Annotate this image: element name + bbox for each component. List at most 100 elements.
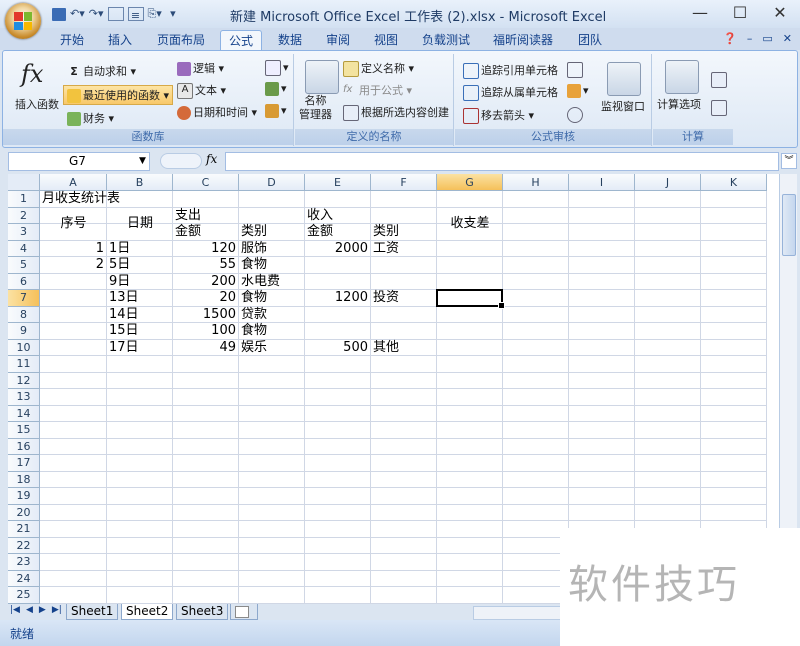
cell-c3[interactable]: 金额: [175, 224, 201, 240]
row-header-21[interactable]: 21: [8, 521, 40, 538]
name-box-dropdown-icon[interactable]: ▼: [139, 153, 146, 170]
column-header-i[interactable]: I: [569, 174, 635, 191]
trace-precedents-button[interactable]: 追踪引用单元格: [463, 62, 558, 79]
cell-g2[interactable]: 收支差: [437, 216, 503, 232]
text-button[interactable]: A 文本 ▾: [177, 82, 226, 99]
cell-b10[interactable]: 17日: [109, 340, 139, 356]
formula-input[interactable]: [225, 152, 779, 171]
insert-function-fx-icon[interactable]: fx: [206, 152, 217, 166]
cell-f3[interactable]: 类别: [373, 224, 399, 240]
cell-c9[interactable]: 100: [175, 323, 236, 339]
tab-team[interactable]: 团队: [570, 30, 610, 50]
watch-window-icon[interactable]: [607, 62, 641, 96]
financial-button[interactable]: 财务 ▾: [67, 110, 114, 126]
column-header-j[interactable]: J: [635, 174, 701, 191]
row-header-18[interactable]: 18: [8, 471, 40, 488]
insert-function-button[interactable]: 插入函数: [15, 96, 59, 112]
cell-b4[interactable]: 1日: [109, 241, 130, 257]
calc-now-icon[interactable]: [711, 72, 729, 88]
insert-sheet-icon[interactable]: [230, 604, 258, 620]
row-header-6[interactable]: 6: [8, 273, 40, 290]
error-checking-icon[interactable]: ▾: [567, 84, 589, 98]
cell-f7[interactable]: 投资: [373, 290, 399, 306]
calc-sheet-icon[interactable]: [711, 100, 729, 116]
row-header-2[interactable]: 2: [8, 207, 40, 224]
tab-foxit[interactable]: 福昕阅读器: [486, 30, 560, 50]
close-button[interactable]: ✕: [760, 0, 800, 28]
column-header-e[interactable]: E: [305, 174, 371, 191]
datetime-button[interactable]: 日期和时间 ▾: [177, 104, 257, 120]
prev-sheet-icon[interactable]: ◀: [26, 605, 33, 615]
align-icon[interactable]: ≡: [127, 7, 144, 22]
ribbon-minimize-icon[interactable]: –: [747, 32, 753, 45]
logical-button[interactable]: 逻辑 ▾: [177, 60, 224, 76]
ribbon-restore-icon[interactable]: ▭: [762, 32, 772, 45]
create-from-selection-button[interactable]: 根据所选内容创建: [343, 104, 449, 121]
last-sheet-icon[interactable]: ▶|: [52, 605, 62, 615]
cell-a2[interactable]: 序号: [40, 216, 107, 232]
maximize-button[interactable]: ☐: [720, 0, 760, 28]
calc-options-icon[interactable]: [665, 60, 699, 94]
cell-d8[interactable]: 贷款: [241, 307, 267, 323]
recent-functions-button[interactable]: 最近使用的函数 ▾: [63, 85, 174, 105]
lookup-button[interactable]: ▾: [265, 60, 289, 76]
remove-arrows-button[interactable]: 移去箭头 ▾: [463, 107, 534, 124]
row-header-3[interactable]: 3: [8, 224, 40, 241]
cell-b7[interactable]: 13日: [109, 290, 139, 306]
column-header-k[interactable]: K: [701, 174, 767, 191]
sheet-tab-2[interactable]: Sheet2: [121, 604, 174, 620]
row-header-22[interactable]: 22: [8, 537, 40, 554]
math-button[interactable]: ▾: [265, 82, 287, 96]
cell-b5[interactable]: 5日: [109, 257, 130, 273]
tab-formulas[interactable]: 公式: [220, 30, 262, 51]
cell-a4[interactable]: 1: [42, 241, 104, 257]
row-header-9[interactable]: 9: [8, 323, 40, 340]
cell-d7[interactable]: 食物: [241, 290, 267, 306]
tab-insert[interactable]: 插入: [100, 30, 140, 50]
column-header-c[interactable]: C: [173, 174, 239, 191]
cell-b9[interactable]: 15日: [109, 323, 139, 339]
cell-d5[interactable]: 食物: [241, 257, 267, 273]
tab-load-test[interactable]: 负载测试: [416, 30, 476, 50]
row-header-19[interactable]: 19: [8, 488, 40, 505]
tab-data[interactable]: 数据: [270, 30, 310, 50]
redo-icon[interactable]: ↷▾: [89, 6, 104, 22]
cell-f10[interactable]: 其他: [373, 340, 399, 356]
row-header-4[interactable]: 4: [8, 240, 40, 257]
column-header-h[interactable]: H: [503, 174, 569, 191]
row-header-15[interactable]: 15: [8, 422, 40, 439]
row-header-8[interactable]: 8: [8, 306, 40, 323]
preview-icon[interactable]: ⎘▾: [148, 6, 162, 22]
cell-f4[interactable]: 工资: [373, 241, 399, 257]
row-header-11[interactable]: 11: [8, 356, 40, 373]
row-header-17[interactable]: 17: [8, 455, 40, 472]
evaluate-formula-icon[interactable]: [567, 107, 585, 123]
name-manager-button[interactable]: 名称 管理器: [299, 94, 332, 122]
cell-b2[interactable]: 日期: [107, 216, 173, 232]
cell-d6[interactable]: 水电费: [241, 274, 280, 290]
column-header-d[interactable]: D: [239, 174, 305, 191]
watch-window-button[interactable]: 监视窗口: [601, 98, 645, 114]
cell-d10[interactable]: 娱乐: [241, 340, 267, 356]
next-sheet-icon[interactable]: ▶: [39, 605, 46, 615]
insert-function-icon[interactable]: fx: [21, 60, 53, 92]
undo-icon[interactable]: ↶▾: [70, 6, 85, 22]
cell-d3[interactable]: 类别: [241, 224, 267, 240]
cell-c6[interactable]: 200: [175, 274, 236, 290]
row-header-14[interactable]: 14: [8, 405, 40, 422]
sheet-tab-1[interactable]: Sheet1: [66, 604, 119, 620]
cell-e7[interactable]: 1200: [307, 290, 368, 306]
row-header-12[interactable]: 12: [8, 372, 40, 389]
ribbon-close-icon[interactable]: ✕: [783, 32, 792, 45]
cell-c8[interactable]: 1500: [175, 307, 236, 323]
cell-c7[interactable]: 20: [175, 290, 236, 306]
use-in-formula-button[interactable]: fx 用于公式 ▾: [343, 82, 412, 98]
row-header-20[interactable]: 20: [8, 504, 40, 521]
row-header-1[interactable]: 1: [8, 191, 40, 208]
cell-d9[interactable]: 食物: [241, 323, 267, 339]
cell-c5[interactable]: 55: [175, 257, 236, 273]
define-name-button[interactable]: 定义名称 ▾: [343, 60, 414, 77]
row-header-16[interactable]: 16: [8, 438, 40, 455]
row-header-23[interactable]: 23: [8, 554, 40, 571]
cell-a1[interactable]: 月收支统计表: [42, 191, 120, 207]
